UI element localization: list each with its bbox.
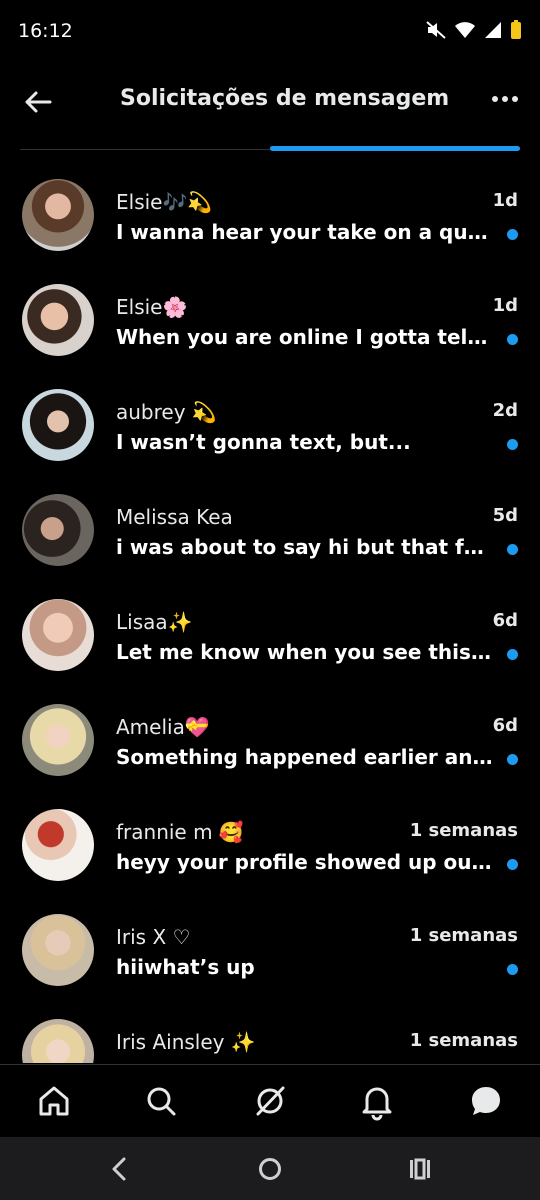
header: Solicitações de mensagem [0,64,540,154]
avatar [22,494,94,566]
message-row[interactable]: Elsie🌸 1d When you are online I gotta te… [0,268,540,373]
message-preview: heyy your profile showed up outta n... [116,850,494,874]
message-time: 6d [492,715,518,736]
avatar [22,1019,94,1063]
unread-dot [507,334,518,345]
messages-icon [472,1087,500,1115]
recents-icon [410,1158,430,1180]
more-icon [492,96,518,102]
avatar [22,179,94,251]
nav-messages-button[interactable] [466,1081,506,1121]
sender-name: Iris Ainsley ✨ [116,1030,256,1054]
unread-dot [507,229,518,240]
sender-name: Iris X ♡ [116,925,191,949]
more-options-button[interactable] [490,84,520,114]
avatar [22,914,94,986]
system-navigation-bar [0,1137,540,1200]
message-time: 1 semanas [409,820,518,841]
page-title: Solicitações de mensagem [120,86,450,111]
system-recents-button[interactable] [406,1155,434,1183]
nav-notifications-button[interactable] [357,1081,397,1121]
sender-name: Amelia💝 [116,715,210,739]
message-preview: I wanna hear your take on a quick thi... [116,220,494,244]
unread-dot [507,544,518,555]
message-preview: hiiwhat’s up [116,955,255,979]
avatar [22,389,94,461]
message-time: 1d [492,295,518,316]
sender-name: Elsie🌸 [116,295,188,319]
unread-dot [507,649,518,660]
status-bar: 16:12 [0,0,540,64]
message-row[interactable]: Amelia💝 6d Something happened earlier an… [0,688,540,793]
message-time: 1d [492,190,518,211]
grok-icon [256,1086,285,1116]
sender-name: frannie m 🥰 [116,820,244,844]
message-preview: When you are online I gotta tell you s..… [116,325,494,349]
sender-name: Elsie🎶💫 [116,190,213,214]
nav-search-button[interactable] [141,1081,181,1121]
mute-icon [426,21,446,43]
message-time: 6d [492,610,518,631]
message-row[interactable]: Elsie🎶💫 1d I wanna hear your take on a q… [0,163,540,268]
message-preview: I wasn’t gonna text, but... [116,430,411,454]
bottom-navigation [0,1064,540,1137]
status-icons [426,20,522,44]
bell-icon [362,1087,392,1121]
avatar [22,599,94,671]
system-back-button[interactable] [106,1155,134,1183]
message-row[interactable]: Melissa Kea 5d i was about to say hi but… [0,478,540,583]
nav-grok-button[interactable] [250,1081,290,1121]
message-preview: i was about to say hi but that felt too … [116,535,494,559]
avatar [22,704,94,776]
unread-dot [507,859,518,870]
message-row[interactable]: Lisaa✨ 6d Let me know when you see this,… [0,583,540,688]
signal-icon [484,21,502,43]
status-time: 16:12 [18,20,73,42]
message-row[interactable]: Iris Ainsley ✨ 1 semanas [0,1003,540,1063]
arrow-left-icon [25,91,52,113]
message-request-list: Elsie🎶💫 1d I wanna hear your take on a q… [0,163,540,1063]
sender-name: Melissa Kea [116,505,233,529]
unread-dot [507,439,518,450]
search-icon [147,1087,176,1116]
back-icon [112,1157,126,1181]
unread-dot [507,754,518,765]
avatar [22,284,94,356]
back-button[interactable] [20,84,56,120]
home-circle-icon [259,1158,281,1180]
message-preview: Let me know when you see this, I got... [116,640,494,664]
message-time: 1 semanas [409,1030,518,1051]
message-row[interactable]: Iris X ♡ 1 semanas hiiwhat’s up [0,898,540,1003]
sender-name: Lisaa✨ [116,610,193,634]
tab-indicator [20,146,520,152]
sender-name: aubrey 💫 [116,400,217,424]
message-row[interactable]: frannie m 🥰 1 semanas heyy your profile … [0,793,540,898]
system-home-button[interactable] [256,1155,284,1183]
wifi-icon [454,21,476,43]
message-time: 1 semanas [409,925,518,946]
avatar [22,809,94,881]
message-time: 5d [492,505,518,526]
home-icon [39,1086,69,1116]
message-time: 2d [492,400,518,421]
message-row[interactable]: aubrey 💫 2d I wasn’t gonna text, but... [0,373,540,478]
message-preview: Something happened earlier and I fel... [116,745,494,769]
nav-home-button[interactable] [34,1081,74,1121]
unread-dot [507,964,518,975]
tab-active-indicator [270,146,520,151]
battery-icon [510,20,522,44]
